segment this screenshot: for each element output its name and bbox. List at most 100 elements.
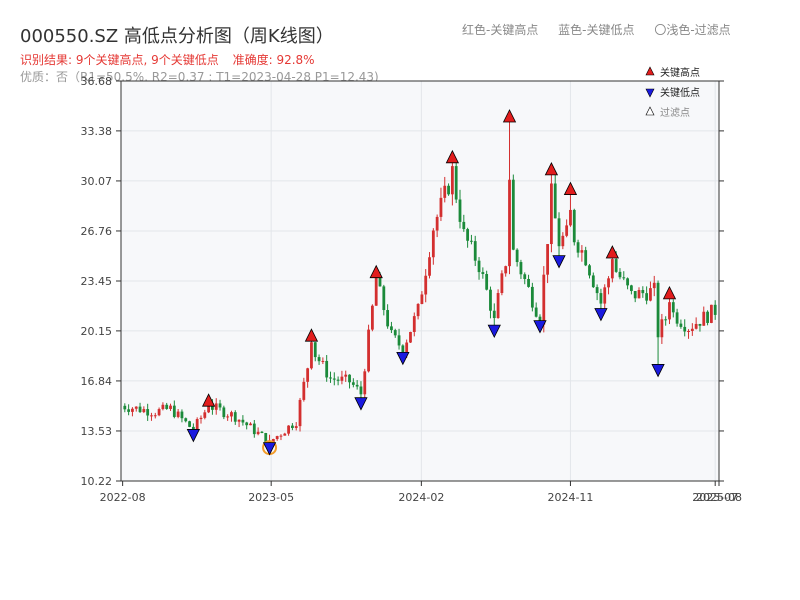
candle-body [412,316,416,332]
candle [454,162,458,204]
candle-body [313,342,317,358]
candle-body [374,276,378,306]
candle-body [656,282,660,338]
candle-body [390,326,393,331]
candle-body [325,360,329,378]
candle-body [336,379,340,381]
candle-body [199,417,203,420]
candle-body [329,377,332,379]
candle-body [713,304,717,315]
candle-body [629,285,633,291]
candle-body [188,421,191,427]
candle-body [363,371,367,395]
y-tick-label: 16.84 [81,375,113,388]
legend-label: 关键低点 [660,86,700,99]
candle-body [618,271,622,278]
candle-body [351,382,355,385]
y-tick-label: 36.68 [81,75,113,88]
candle-body [138,406,142,413]
candle-body [184,418,188,422]
candle-body [348,374,351,383]
candle-body [260,431,264,433]
candle-body [671,302,675,313]
candle-body [572,209,576,243]
candle-body [416,303,420,317]
candle-body [664,319,668,321]
candle-body [131,408,134,412]
candle-body [214,403,218,410]
candle-body [591,275,595,288]
candle [363,368,367,398]
candle-body [428,257,431,276]
candle-body [569,209,572,226]
candle-body [466,229,470,241]
candle-body [504,266,508,274]
candle-body [355,384,359,387]
candle-body [279,435,283,437]
candle-body [614,259,618,272]
candle-body [500,273,504,294]
candle [367,324,370,373]
candle-body [370,305,374,330]
candle-body [698,323,702,326]
candle-body [450,166,454,195]
candle-body [462,221,466,230]
candle-body [649,288,652,301]
candle-body [485,274,489,290]
candle [374,274,378,306]
x-tick-label: 2024-02 [398,491,444,504]
candle-body [511,179,515,250]
candle-body [291,425,294,428]
candle-body [359,386,363,395]
candle-body [473,241,477,261]
candle-body [340,376,344,381]
candle-body [690,328,694,331]
candle-body [222,407,226,418]
candle-body [637,290,641,299]
candle [496,289,500,319]
candle [310,338,313,370]
candle-body [134,406,138,409]
candle-body [230,412,233,417]
candle-body [218,403,222,408]
candle-body [310,342,313,369]
candle-body [588,265,591,276]
candle-body [420,294,424,304]
candle-body [393,330,397,336]
candle [370,304,374,332]
candle [409,331,412,343]
x-tick-label: 2023-05 [248,491,294,504]
candle-body [470,240,473,242]
candle [222,405,226,420]
candle-body [249,423,252,426]
candle-body [275,436,279,440]
y-tick-label: 33.38 [81,125,113,138]
candle-body [603,287,607,304]
candle-body [709,304,713,323]
candle-body [496,293,500,319]
candle [610,255,614,283]
candle [530,282,534,312]
y-tick-label: 30.07 [81,175,113,188]
candle-body [150,415,153,417]
candle-body [447,185,450,195]
y-tick-label: 23.45 [81,275,113,288]
y-tick-label: 10.22 [81,475,113,488]
candle-body [622,277,626,279]
candle-body [294,426,298,428]
candle-body [252,423,256,435]
candle-body [523,274,527,280]
candle-body [169,405,172,409]
x-tick-label: 2025-08 [696,491,742,504]
candle-body [580,250,584,253]
candle-body [298,399,302,427]
candle-body [226,416,230,418]
candle-body [584,250,588,266]
candle-body [508,179,511,267]
candle-body [283,433,287,436]
candle-body [492,310,496,319]
candle-body [561,235,565,247]
candle-body [660,319,664,338]
candle-body [546,244,549,275]
candle-body [431,230,435,258]
